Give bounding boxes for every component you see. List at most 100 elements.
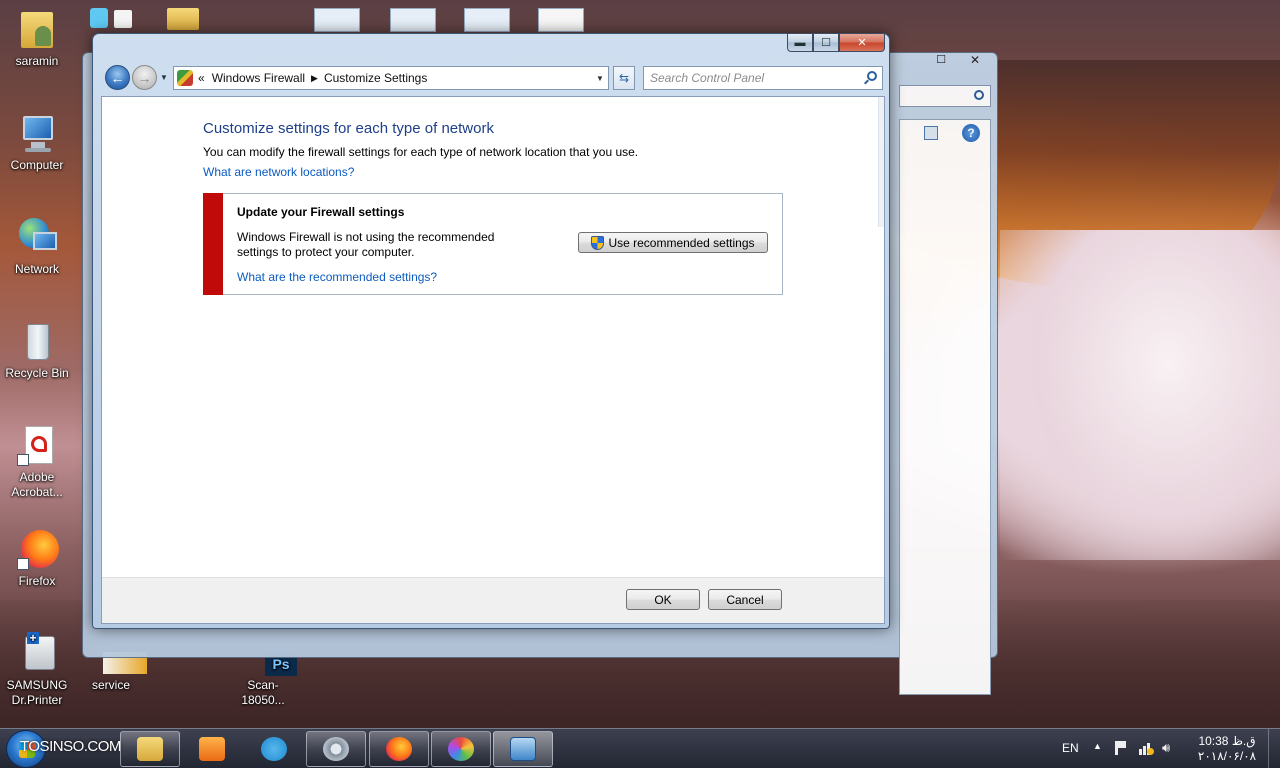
language-indicator[interactable]: EN xyxy=(1062,741,1079,755)
desktop-icon-recycle-bin[interactable]: Recycle Bin xyxy=(0,320,74,381)
scrollbar[interactable] xyxy=(878,97,884,227)
breadcrumb-customize-settings[interactable]: Customize Settings xyxy=(324,71,427,85)
desktop-icon-scan[interactable]: Ps Scan-18050... xyxy=(226,650,300,708)
desktop-icon-label: Computer xyxy=(10,158,64,172)
search-placeholder: Search Control Panel xyxy=(650,71,765,85)
search-icon[interactable] xyxy=(867,71,877,81)
back-button[interactable]: ← xyxy=(105,65,130,90)
word-document-icon[interactable] xyxy=(314,8,360,32)
close-button[interactable]: ✕ xyxy=(955,53,995,71)
taskbar-settings[interactable] xyxy=(306,731,366,767)
caption-buttons: ▬ ☐ ✕ xyxy=(787,33,885,52)
system-clock[interactable]: 10:38 ق.ظ ۲۰۱۸/۰۶/۰۸ xyxy=(1190,734,1264,764)
preview-pane-icon[interactable] xyxy=(924,126,938,140)
uac-shield-icon xyxy=(591,235,605,250)
desktop-partial-icon[interactable] xyxy=(114,10,132,28)
firewall-window[interactable]: ▬ ☐ ✕ ← → ▼ « Windows Firewall ▶ Customi… xyxy=(92,33,890,629)
button-label: Use recommended settings xyxy=(608,235,755,250)
media-player-icon xyxy=(199,737,225,761)
desktop-icon-network[interactable]: Network xyxy=(0,216,74,277)
desktop-icon-label: Adobe Acrobat... xyxy=(11,470,63,499)
show-desktop-button[interactable] xyxy=(1268,729,1280,768)
use-recommended-settings-button[interactable]: Use recommended settings xyxy=(578,232,768,253)
maximize-icon: ☐ xyxy=(821,37,831,49)
alert-status-bar xyxy=(203,193,223,295)
arrow-left-icon: ← xyxy=(110,69,125,86)
document-icon[interactable] xyxy=(538,8,584,32)
firefox-icon xyxy=(386,737,412,761)
address-bar[interactable]: « Windows Firewall ▶ Customize Settings … xyxy=(173,66,609,90)
desktop-icon-adobe-acrobat[interactable]: Adobe Acrobat... xyxy=(0,424,74,500)
background-caption-buttons: ☐ ✕ xyxy=(899,53,995,71)
desktop-icon-label: Scan-18050... xyxy=(241,678,285,707)
search-icon xyxy=(974,90,984,100)
taskbar-paint[interactable] xyxy=(431,731,491,767)
network-status-icon[interactable] xyxy=(1139,741,1154,755)
desktop-icon-label: Firefox xyxy=(18,574,56,588)
watermark-text: TOSINSO.COM xyxy=(20,738,121,755)
help-icon[interactable]: ? xyxy=(962,124,980,142)
wallpaper-sky xyxy=(1000,230,1280,560)
breadcrumb-overflow[interactable]: « xyxy=(198,71,205,85)
cancel-button[interactable]: Cancel xyxy=(708,589,782,610)
firefox-icon xyxy=(15,528,59,572)
folder-icon[interactable] xyxy=(167,8,199,30)
folder-icon xyxy=(137,737,163,761)
alert-message: Windows Firewall is not using the recomm… xyxy=(237,230,495,259)
taskbar-firefox[interactable] xyxy=(369,731,429,767)
telegram-icon xyxy=(261,737,287,761)
ok-label: OK xyxy=(654,592,672,607)
desktop-icon-label: service xyxy=(91,678,130,692)
show-hidden-icons-icon[interactable]: ▲ xyxy=(1093,741,1102,751)
printer-icon: + xyxy=(15,632,59,676)
control-panel-icon xyxy=(510,737,536,761)
network-locations-link[interactable]: What are network locations? xyxy=(203,165,354,179)
ok-button[interactable]: OK xyxy=(626,589,700,610)
desktop-icon-samsung-dr-printer[interactable]: + SAMSUNG Dr.Printer xyxy=(0,632,74,708)
action-center-flag-icon[interactable] xyxy=(1114,741,1128,755)
background-window-content: ? xyxy=(899,119,991,695)
minimize-button[interactable] xyxy=(899,53,927,71)
desktop-icon-firefox[interactable]: Firefox xyxy=(0,528,74,589)
breadcrumb-separator-icon[interactable]: ▶ xyxy=(311,73,318,84)
clock-time: 10:38 ق.ظ xyxy=(1198,734,1256,748)
user-folder-icon xyxy=(15,8,59,52)
word-document-icon[interactable] xyxy=(464,8,510,32)
firewall-alert-panel: Update your Firewall settings Windows Fi… xyxy=(203,193,783,295)
search-input[interactable]: Search Control Panel xyxy=(643,66,883,90)
address-dropdown-icon[interactable]: ▼ xyxy=(592,67,608,89)
recycle-bin-icon xyxy=(15,320,59,364)
refresh-icon: ⇆ xyxy=(618,71,630,85)
minimize-icon: ▬ xyxy=(794,36,806,49)
taskbar-file-explorer[interactable] xyxy=(120,731,180,767)
desktop-partial-icon[interactable] xyxy=(90,8,108,28)
recent-pages-dropdown[interactable]: ▼ xyxy=(160,73,168,82)
taskbar-control-panel[interactable] xyxy=(493,731,553,767)
refresh-button[interactable]: ⇆ xyxy=(613,66,635,90)
close-button[interactable]: ✕ xyxy=(839,33,885,52)
volume-icon[interactable]: 🔊︎ xyxy=(1162,741,1176,755)
page-description: You can modify the firewall settings for… xyxy=(203,145,639,159)
desktop-icon-label: SAMSUNG Dr.Printer xyxy=(6,678,68,707)
taskbar: TOSINSO.COM EN ▲ 🔊︎ 10:38 ق.ظ ۲۰۱۸/۰۶/۰۸ xyxy=(0,728,1280,768)
paint-palette-icon xyxy=(448,737,474,761)
computer-icon xyxy=(15,112,59,156)
close-icon: ✕ xyxy=(857,37,867,49)
maximize-button[interactable]: ☐ xyxy=(813,33,839,52)
control-panel-icon xyxy=(177,70,193,86)
dialog-footer: OK Cancel xyxy=(102,577,884,623)
taskbar-telegram[interactable] xyxy=(244,731,304,767)
desktop-icon-saramin[interactable]: saramin xyxy=(0,8,74,69)
word-document-icon[interactable] xyxy=(390,8,436,32)
maximize-button[interactable]: ☐ xyxy=(927,53,955,71)
forward-button[interactable]: → xyxy=(132,65,157,90)
breadcrumb-windows-firewall[interactable]: Windows Firewall xyxy=(212,71,305,85)
acrobat-icon xyxy=(15,424,59,468)
recommended-settings-link[interactable]: What are the recommended settings? xyxy=(237,270,437,284)
taskbar-media-player[interactable] xyxy=(182,731,242,767)
arrow-right-icon: → xyxy=(137,69,152,86)
desktop-icon-computer[interactable]: Computer xyxy=(0,112,74,173)
network-icon xyxy=(15,216,59,260)
minimize-button[interactable]: ▬ xyxy=(787,33,813,52)
background-search-field[interactable] xyxy=(899,85,991,107)
